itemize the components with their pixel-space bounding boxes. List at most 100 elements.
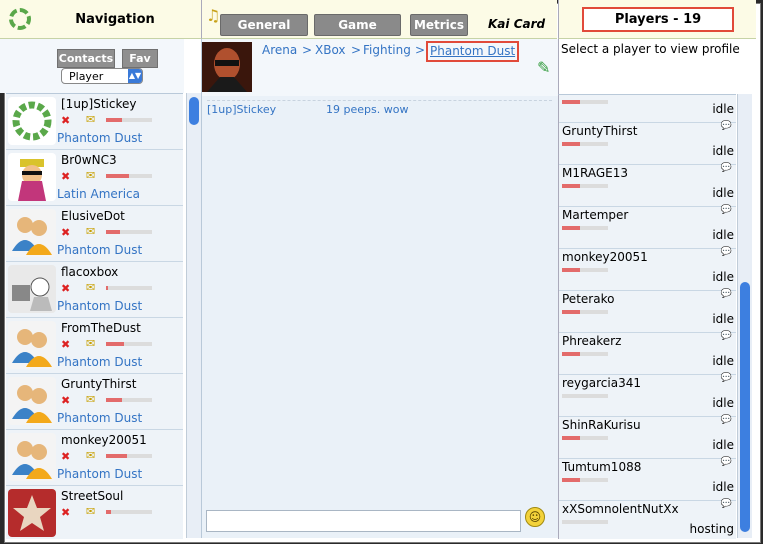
contact-list-scrollbar[interactable]	[186, 93, 201, 538]
remove-contact-icon[interactable]: ✖	[61, 338, 70, 351]
player-item[interactable]: Martemper 💬 idle	[559, 205, 736, 249]
player-item[interactable]: ShinRaKurisu 💬 idle	[559, 415, 736, 459]
contact-item[interactable]: Br0wNC3 ✖ ✉ Latin America	[6, 150, 183, 206]
player-item[interactable]: xXSomnolentNutXx 💬 hosting	[559, 499, 736, 539]
mail-icon[interactable]: ✉	[86, 281, 95, 294]
player-select[interactable]: Player ▲▼	[61, 68, 143, 84]
player-ping-bar	[562, 226, 608, 230]
contact-game[interactable]: Phantom Dust	[57, 467, 142, 481]
player-list-scroll-thumb[interactable]	[740, 282, 750, 532]
chat-input[interactable]	[206, 510, 521, 532]
remove-contact-icon[interactable]: ✖	[61, 226, 70, 239]
player-name[interactable]: FromTheDust	[562, 95, 642, 96]
contact-item[interactable]: flacoxbox ✖ ✉ Phantom Dust	[6, 262, 183, 318]
chat-bubble-icon[interactable]: 💬	[721, 415, 732, 425]
contacts-button[interactable]: Contacts	[57, 49, 115, 68]
contact-game[interactable]: Phantom Dust	[57, 411, 142, 425]
contact-game[interactable]: Latin America	[57, 187, 140, 201]
contact-game[interactable]: Phantom Dust	[57, 355, 142, 369]
player-item[interactable]: GruntyThirst 💬 idle	[559, 121, 736, 165]
player-item[interactable]: Phreakerz 💬 idle	[559, 331, 736, 375]
player-name[interactable]: M1RAGE13	[562, 166, 628, 180]
breadcrumb-current-arena[interactable]: Phantom Dust	[426, 41, 520, 62]
contact-list-scroll-thumb[interactable]	[189, 97, 199, 125]
player-name[interactable]: Peterako	[562, 292, 614, 306]
chat-bubble-icon[interactable]: 💬	[721, 331, 732, 341]
player-name[interactable]: xXSomnolentNutXx	[562, 502, 679, 516]
player-item[interactable]: Tumtum1088 💬 idle	[559, 457, 736, 501]
contact-name[interactable]: [1up]Stickey	[61, 97, 136, 111]
chat-message-user[interactable]: [1up]Stickey	[207, 103, 276, 116]
chat-bubble-icon[interactable]: 💬	[721, 163, 732, 173]
player-name[interactable]: Phreakerz	[562, 334, 621, 348]
chat-bubble-icon[interactable]: 💬	[721, 205, 732, 215]
breadcrumb-separator: >	[302, 43, 313, 57]
mail-icon[interactable]: ✉	[86, 169, 95, 182]
player-item[interactable]: M1RAGE13 💬 idle	[559, 163, 736, 207]
player-list-scrollbar[interactable]	[737, 94, 752, 538]
player-item[interactable]: reygarcia341 💬 idle	[559, 373, 736, 417]
chat-bubble-icon[interactable]: 💬	[721, 457, 732, 467]
contact-item[interactable]: GruntyThirst ✖ ✉ Phantom Dust	[6, 374, 183, 430]
player-name[interactable]: Martemper	[562, 208, 628, 222]
smiley-icon[interactable]: ☺	[525, 507, 545, 527]
contact-game[interactable]: Phantom Dust	[57, 131, 142, 145]
breadcrumb-arena[interactable]: Arena	[262, 43, 297, 57]
contact-ping-bar	[106, 510, 152, 514]
contact-ping-bar-fill	[106, 230, 120, 234]
chat-bubble-icon[interactable]: 💬	[721, 247, 732, 257]
remove-contact-icon[interactable]: ✖	[61, 450, 70, 463]
player-status: idle	[712, 480, 734, 494]
contact-name[interactable]: Br0wNC3	[61, 153, 117, 167]
remove-contact-icon[interactable]: ✖	[61, 170, 70, 183]
player-item[interactable]: monkey20051 💬 idle	[559, 247, 736, 291]
mail-icon[interactable]: ✉	[86, 505, 95, 518]
contact-game[interactable]: Phantom Dust	[57, 243, 142, 257]
contact-item[interactable]: StreetSoul ✖ ✉	[6, 486, 183, 539]
kai-card-label[interactable]: Kai Card	[488, 17, 545, 31]
tab-game-arenas[interactable]: Game Arenas	[314, 14, 401, 52]
player-status: idle	[712, 228, 734, 242]
contact-item[interactable]: FromTheDust ✖ ✉ Phantom Dust	[6, 318, 183, 374]
fav-button[interactable]: Fav	[122, 49, 158, 68]
pencil-icon[interactable]: ✎	[537, 58, 550, 77]
remove-contact-icon[interactable]: ✖	[61, 394, 70, 407]
contact-item[interactable]: ElusiveDot ✖ ✉ Phantom Dust	[6, 206, 183, 262]
tab-metrics[interactable]: Metrics	[410, 14, 468, 36]
breadcrumb-fighting[interactable]: Fighting	[363, 43, 411, 57]
player-item[interactable]: Peterako 💬 idle	[559, 289, 736, 333]
contact-name[interactable]: monkey20051	[61, 433, 147, 447]
player-ping-bar-fill	[562, 268, 581, 272]
contact-name[interactable]: FromTheDust	[61, 321, 141, 335]
contact-name[interactable]: StreetSoul	[61, 489, 123, 503]
contact-game[interactable]: Phantom Dust	[57, 299, 142, 313]
breadcrumb-xbox[interactable]: XBox	[315, 43, 346, 57]
mail-icon[interactable]: ✉	[86, 113, 95, 126]
music-note-icon[interactable]: ♫	[206, 6, 220, 25]
player-name[interactable]: monkey20051	[562, 250, 648, 264]
chat-bubble-icon[interactable]: 💬	[721, 499, 732, 509]
player-item[interactable]: FromTheDust💬idle	[559, 95, 736, 123]
mail-icon[interactable]: ✉	[86, 393, 95, 406]
remove-contact-icon[interactable]: ✖	[61, 282, 70, 295]
mail-icon[interactable]: ✉	[86, 225, 95, 238]
contact-name[interactable]: ElusiveDot	[61, 209, 125, 223]
player-name[interactable]: GruntyThirst	[562, 124, 637, 138]
contact-ping-bar-fill	[106, 342, 125, 346]
contact-item[interactable]: monkey20051 ✖ ✉ Phantom Dust	[6, 430, 183, 486]
player-name[interactable]: ShinRaKurisu	[562, 418, 641, 432]
mail-icon[interactable]: ✉	[86, 449, 95, 462]
tab-general-chat[interactable]: General Chat	[220, 14, 308, 52]
contact-name[interactable]: GruntyThirst	[61, 377, 136, 391]
remove-contact-icon[interactable]: ✖	[61, 506, 70, 519]
chat-bubble-icon[interactable]: 💬	[721, 373, 732, 383]
mail-icon[interactable]: ✉	[86, 337, 95, 350]
player-name[interactable]: Tumtum1088	[562, 460, 641, 474]
player-name[interactable]: reygarcia341	[562, 376, 641, 390]
chat-bubble-icon[interactable]: 💬	[721, 289, 732, 299]
remove-contact-icon[interactable]: ✖	[61, 114, 70, 127]
player-ping-bar-fill	[562, 352, 581, 356]
contact-name[interactable]: flacoxbox	[61, 265, 118, 279]
contact-item[interactable]: [1up]Stickey ✖ ✉ Phantom Dust	[6, 94, 183, 150]
chat-bubble-icon[interactable]: 💬	[721, 121, 732, 131]
